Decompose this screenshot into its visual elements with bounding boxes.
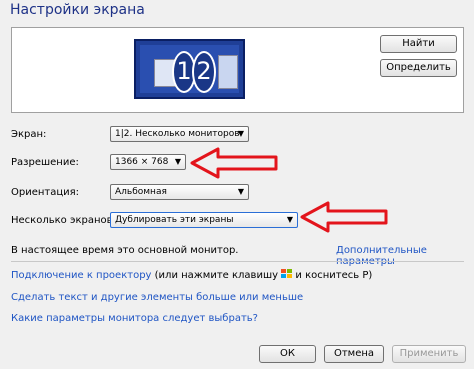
monitor-screen: 1 2 [140,45,239,93]
bigger-text-link[interactable]: Сделать текст и другие элементы больше и… [11,292,303,303]
desktop-window-right [218,55,238,89]
identify-button[interactable]: Найти [380,35,457,53]
dropdown-arrow-icon: ▼ [174,157,181,166]
dropdown-arrow-icon: ▼ [237,129,244,138]
projector-hint-end: и коснитесь P) [295,270,373,281]
multiple-displays-label: Несколько экранов: [11,215,116,226]
apply-button[interactable]: Применить [392,345,466,363]
resolution-label: Разрешение: [11,157,79,168]
windows-key-icon [281,269,293,278]
dropdown-arrow-icon: ▼ [237,187,244,196]
orientation-dropdown[interactable]: Альбомная ▼ [110,184,249,200]
monitor-number-2: 2 [192,51,216,93]
orientation-label: Ориентация: [11,187,80,198]
projector-link[interactable]: Подключение к проектору [11,270,151,281]
dropdown-arrow-icon: ▼ [286,215,293,224]
projector-hint-start: (или нажмите клавишу [154,270,279,281]
screen-label: Экран: [11,129,47,140]
screen-dropdown-value: 1|2. Несколько мониторов [115,129,240,139]
multiple-displays-dropdown-value: Дублировать эти экраны [115,215,234,225]
screen-dropdown[interactable]: 1|2. Несколько мониторов ▼ [110,126,249,142]
multiple-displays-dropdown[interactable]: Дублировать эти экраны ▼ [110,212,298,228]
resolution-dropdown-value: 1366 × 768 [115,157,169,167]
window-title: Настройки экрана [10,2,145,18]
divider [11,261,464,262]
which-settings-link[interactable]: Какие параметры монитора следует выбрать… [11,313,258,324]
cancel-button[interactable]: Отмена [324,345,384,363]
ok-button[interactable]: ОК [259,345,316,363]
main-monitor-text: В настоящее время это основной монитор. [11,245,239,256]
detect-button[interactable]: Определить [380,59,457,77]
advanced-settings-link[interactable]: Дополнительные параметры [336,245,474,267]
monitor-thumbnail[interactable]: 1 2 [134,39,245,99]
projector-line: Подключение к проектору (или нажмите кла… [11,269,372,281]
red-arrow-icon [300,201,388,233]
resolution-dropdown[interactable]: 1366 × 768 ▼ [110,154,186,170]
orientation-dropdown-value: Альбомная [115,187,167,197]
red-arrow-icon [190,147,278,179]
